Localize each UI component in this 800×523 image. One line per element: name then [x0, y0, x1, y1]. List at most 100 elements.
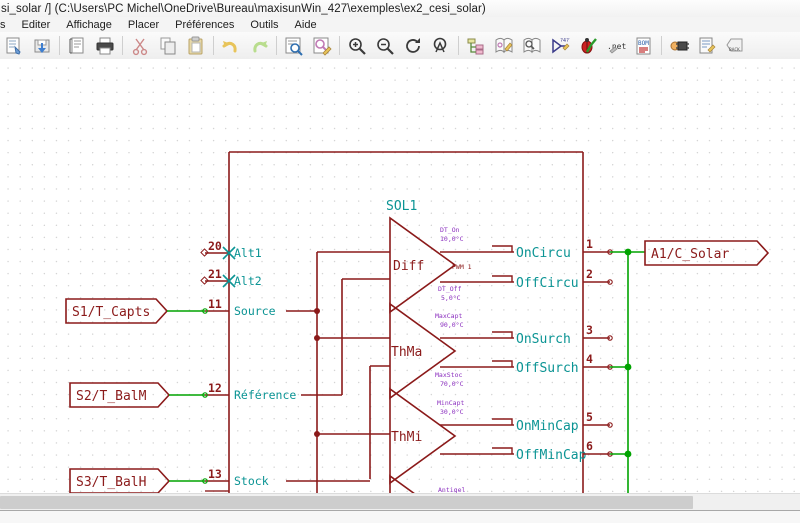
- menu-editer[interactable]: Editer: [14, 17, 59, 32]
- zoom-fit-icon[interactable]: [428, 33, 454, 59]
- pin-number: 2: [586, 267, 593, 281]
- menu-preferences[interactable]: Préférences: [167, 17, 242, 32]
- undo-icon[interactable]: [218, 33, 244, 59]
- pin-number: 6: [586, 439, 593, 453]
- output-label-offcircu: OffCircu: [516, 276, 579, 291]
- paste-icon[interactable]: [183, 33, 209, 59]
- pcb-editor-icon[interactable]: [694, 33, 720, 59]
- right-pin-3[interactable]: 3: [583, 323, 613, 341]
- right-pin-2[interactable]: 2: [583, 267, 613, 285]
- find-replace-icon[interactable]: [309, 33, 335, 59]
- horizontal-scrollbar[interactable]: ‹: [0, 493, 800, 511]
- output-arrow-6: [492, 447, 513, 454]
- toolbar-separator: [339, 36, 340, 55]
- pin-alt2[interactable]: 21 Alt2: [200, 267, 262, 288]
- pin-alt1[interactable]: 20 Alt1: [200, 239, 262, 260]
- toolbar-separator: [122, 36, 123, 55]
- find-icon[interactable]: [281, 33, 307, 59]
- footprint-assign-icon[interactable]: [666, 33, 692, 59]
- comparator-than[interactable]: ThAn Antigel 0,6°C OnAntigel OffAntigel: [389, 474, 594, 493]
- erc-icon[interactable]: [575, 33, 601, 59]
- attr-label-mincapt: MinCapt: [437, 399, 464, 407]
- attr-value-maxcapt: 90,0°C: [440, 321, 464, 329]
- toolbar-separator: [213, 36, 214, 55]
- attr-label-maxcapt: MaxCapt: [435, 312, 462, 320]
- right-pin-5[interactable]: 5: [583, 410, 613, 428]
- attr-value-dt-off: 5,0°C: [441, 294, 461, 302]
- output-arrow-4: [492, 360, 513, 367]
- pin-label: Source: [234, 304, 276, 318]
- copy-icon[interactable]: [155, 33, 181, 59]
- attr-label-dt-on: DT_On: [440, 226, 460, 234]
- menu-placer[interactable]: Placer: [120, 17, 167, 32]
- schematic-drawing: SOL1 20 Alt1 21 Alt2 11 Source 12 Référe…: [65, 151, 770, 493]
- right-pin-6[interactable]: 6: [583, 439, 613, 457]
- zoom-out-icon[interactable]: [372, 33, 398, 59]
- main-toolbar: ?4?? .net BOM BACK: [0, 32, 800, 60]
- toolbar-separator: [661, 36, 662, 55]
- browse-library-icon[interactable]: [519, 33, 545, 59]
- pin-label: Stock: [234, 474, 269, 488]
- output-label-offmincap: OffMinCap: [516, 448, 587, 463]
- global-label-s1-text: S1/T_Capts: [72, 305, 150, 320]
- output-arrow-5: [492, 418, 513, 425]
- annotate-icon[interactable]: ?4??: [547, 33, 573, 59]
- internal-wiring: [286, 251, 390, 493]
- right-pin-1[interactable]: 1: [583, 237, 613, 255]
- pin-number: 4: [586, 352, 593, 366]
- toolbar-separator: [59, 36, 60, 55]
- right-pins: 1 2 3 4 5 6: [583, 237, 613, 457]
- menu-fichier[interactable]: s: [0, 17, 14, 32]
- new-sheet-icon[interactable]: [1, 33, 27, 59]
- window-title: si_solar /] (C:\Users\PC Michel\OneDrive…: [1, 2, 486, 15]
- bom-icon[interactable]: BOM: [631, 33, 657, 59]
- status-bar: [0, 510, 800, 523]
- pin-number: 12: [208, 381, 222, 395]
- menu-outils[interactable]: Outils: [242, 17, 286, 32]
- component-reference: SOL1: [386, 199, 417, 214]
- attr-value-mincapt: 30,0°C: [440, 408, 464, 416]
- pin-number: 3: [586, 323, 593, 337]
- attr-value-maxstoc: 70,0°C: [440, 380, 464, 388]
- pin-number: 20: [208, 239, 222, 253]
- edit-symbol-icon[interactable]: [491, 33, 517, 59]
- toolbar-separator: [276, 36, 277, 55]
- cut-icon[interactable]: [127, 33, 153, 59]
- output-arrow-1: [492, 245, 513, 252]
- netlist-icon[interactable]: .net: [603, 33, 629, 59]
- comparator-diff[interactable]: Diff DT_On 10,0°C DT_Off 5,0°C PWM 1 OnC…: [389, 216, 579, 314]
- pin-label: Alt2: [234, 274, 262, 288]
- comparator-name: Diff: [393, 259, 424, 274]
- comparator-thma[interactable]: ThMa MaxCapt 90,0°C MaxStoc 70,0°C OnSur…: [389, 302, 579, 400]
- pin-reference[interactable]: 12 Référence: [202, 381, 297, 402]
- redo-icon[interactable]: [246, 33, 272, 59]
- pin-stock[interactable]: 13 Stock: [202, 467, 269, 488]
- zoom-in-icon[interactable]: [344, 33, 370, 59]
- global-label-s3-group[interactable]: S3/T_BalH: [69, 468, 205, 493]
- print-icon[interactable]: [92, 33, 118, 59]
- horizontal-scroll-thumb[interactable]: [0, 496, 693, 509]
- global-label-s2-group[interactable]: S2/T_BalM: [69, 382, 205, 408]
- output-label-onmincap: OnMinCap: [516, 419, 579, 434]
- right-pin-4[interactable]: 4: [583, 352, 613, 370]
- schematic-canvas[interactable]: SOL1 20 Alt1 21 Alt2 11 Source 12 Référe…: [0, 59, 800, 493]
- refresh-icon[interactable]: [400, 33, 426, 59]
- global-label-a1-group[interactable]: A1/C_Solar: [644, 240, 770, 266]
- comparator-name: ThMa: [391, 345, 422, 360]
- svg-text:BOM: BOM: [638, 40, 649, 47]
- page-settings-icon[interactable]: [64, 33, 90, 59]
- output-label-onsurch: OnSurch: [516, 332, 571, 347]
- save-icon[interactable]: [29, 33, 55, 59]
- comparator-thmi[interactable]: ThMi MinCapt 30,0°C OnMinCap OffMinCap: [389, 387, 587, 485]
- back-import-icon[interactable]: BACK: [722, 33, 748, 59]
- hierarchy-icon[interactable]: [463, 33, 489, 59]
- pin-label: Alt1: [234, 246, 262, 260]
- global-label-s1-group[interactable]: S1/T_Capts: [65, 298, 205, 324]
- menu-aide[interactable]: Aide: [287, 17, 325, 32]
- pin-number: 1: [586, 237, 593, 251]
- pin-source[interactable]: 11 Source: [202, 297, 276, 318]
- toolbar-separator: [458, 36, 459, 55]
- attr-label-dt-off: DT_Off: [438, 285, 462, 293]
- output-label-oncircu: OnCircu: [516, 246, 571, 261]
- menu-affichage[interactable]: Affichage: [58, 17, 120, 32]
